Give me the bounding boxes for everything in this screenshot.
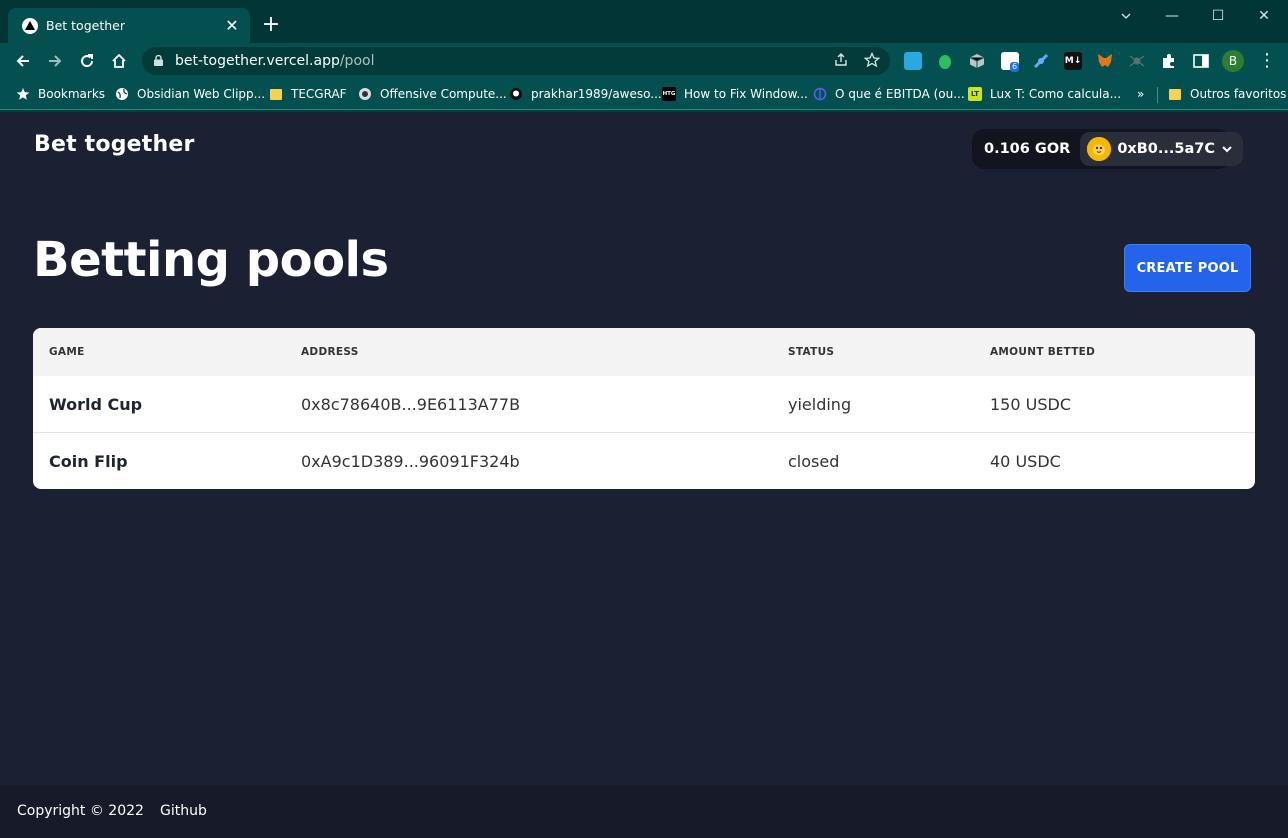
url-host: bet-together.vercel.app (175, 53, 340, 69)
close-tab-icon[interactable]: ✕ (224, 17, 240, 34)
site-icon (813, 87, 827, 101)
bookmark-item-bookmarks[interactable]: Bookmarks (16, 86, 105, 102)
table-header: GAME ADDRESS STATUS AMOUNT BETTED (33, 328, 1255, 376)
evernote-icon[interactable] (936, 52, 954, 70)
cell-address: 0xA9c1D389...96091F324b (301, 452, 520, 471)
extension-badge: 6 (1010, 62, 1020, 72)
github-link[interactable]: Github (160, 803, 207, 819)
new-tab-button[interactable]: + (260, 14, 282, 36)
page-title: Betting pools (33, 232, 389, 288)
browser-chrome: Bet together ✕ + — ☐ ✕ bet-together.verc… (0, 0, 1288, 112)
markdown-extension-icon[interactable]: M↓ (1064, 52, 1082, 70)
url-text: bet-together.vercel.app/pool (175, 53, 374, 69)
account-button[interactable]: 0xB0...5a7C (1080, 132, 1244, 166)
tab-title: Bet together (46, 18, 125, 33)
cell-amount: 150 USDC (990, 395, 1071, 414)
folder-icon (1169, 89, 1181, 100)
bookmark-label: O que é EBITDA (ou... (835, 87, 965, 101)
url-path: /pool (339, 53, 375, 69)
bookmarks-overflow-button[interactable]: » (1137, 86, 1144, 102)
column-header-address: ADDRESS (301, 346, 359, 358)
bookmark-item-other[interactable]: Outros favoritos (1168, 86, 1286, 102)
bookmarks-bar: Bookmarks Obsidian Web Clipp... TECGRAF … (0, 79, 1288, 110)
bookmark-item-lux[interactable]: LT Lux T: Como calcula... (968, 86, 1121, 102)
github-icon (510, 88, 522, 100)
bookmarks-divider (1157, 87, 1158, 103)
bookmark-label: Bookmarks (38, 87, 106, 101)
puzzle-extensions-icon[interactable] (1160, 52, 1178, 70)
back-icon[interactable] (13, 51, 33, 71)
home-icon[interactable] (109, 51, 129, 71)
chevron-down-icon (1222, 146, 1232, 153)
cell-game: Coin Flip (49, 452, 128, 471)
side-panel-icon[interactable] (1192, 52, 1210, 70)
cell-status: closed (788, 452, 840, 471)
bookmark-label: TECGRAF (291, 87, 347, 101)
column-header-game: GAME (49, 346, 85, 358)
cell-amount: 40 USDC (990, 452, 1061, 471)
bookmark-label: How to Fix Window... (684, 87, 808, 101)
column-header-status: STATUS (788, 346, 835, 358)
bookmark-item-prakhar[interactable]: prakhar1989/aweso... (509, 86, 662, 102)
tab-bet-together[interactable]: Bet together ✕ (8, 8, 250, 43)
tab-strip: Bet together ✕ + — ☐ ✕ (0, 0, 1288, 43)
address-bar[interactable]: bet-together.vercel.app/pool (142, 47, 890, 75)
badge-extension-icon[interactable]: 6 (1001, 52, 1020, 72)
bookmark-label: Obsidian Web Clipp... (137, 87, 266, 101)
window-close-button[interactable]: ✕ (1249, 6, 1279, 26)
star-icon (16, 88, 30, 100)
reload-icon[interactable] (77, 51, 97, 71)
wallet-balance[interactable]: 0.106 GOR (984, 141, 1070, 157)
more-menu-icon[interactable]: ⋮ (1258, 50, 1276, 72)
spider-extension-icon[interactable] (1128, 52, 1146, 70)
globe-icon (116, 88, 128, 100)
cell-address: 0x8c78640B...9E6113A77B (301, 395, 521, 414)
minimize-icon[interactable] (1111, 6, 1141, 26)
column-header-amount: AMOUNT BETTED (990, 346, 1096, 358)
create-pool-button[interactable]: CREATE POOL (1124, 244, 1251, 292)
cell-game: World Cup (49, 395, 143, 414)
bookmark-label: Outros favoritos (1190, 87, 1287, 101)
bookmark-star-icon[interactable] (863, 51, 881, 70)
folder-icon (270, 89, 282, 100)
pools-table: GAME ADDRESS STATUS AMOUNT BETTED World … (33, 328, 1255, 489)
bookmark-item-tecgraf[interactable]: TECGRAF (269, 86, 347, 102)
window-minimize-button[interactable]: — (1157, 6, 1187, 26)
vercel-icon (22, 17, 38, 34)
satellite-extension-icon[interactable] (1032, 52, 1050, 70)
browser-toolbar: bet-together.vercel.app/pool 6 M↓ B ⋮ (0, 43, 1288, 79)
htg-icon: HTG (662, 87, 676, 101)
bookmark-label: prakhar1989/aweso... (531, 87, 662, 101)
window-maximize-button[interactable]: ☐ (1203, 6, 1233, 26)
lt-icon: LT (968, 87, 982, 101)
brand-logo[interactable]: Bet together (34, 132, 195, 157)
site-icon (359, 88, 371, 100)
table-row[interactable]: World Cup 0x8c78640B...9E6113A77B yieldi… (33, 376, 1255, 433)
wallet-connect: 0.106 GOR 0xB0...5a7C (972, 129, 1244, 169)
bookmark-item-obsidian[interactable]: Obsidian Web Clipp... (115, 86, 265, 102)
forward-icon[interactable] (45, 51, 65, 71)
profile-avatar[interactable]: B (1222, 50, 1244, 72)
bookmark-item-htg[interactable]: HTG How to Fix Window... (662, 86, 808, 102)
share-icon[interactable] (832, 52, 850, 70)
cube-extension-icon[interactable] (968, 52, 986, 70)
account-avatar-icon (1087, 137, 1112, 161)
cell-status: yielding (788, 395, 852, 414)
account-address: 0xB0...5a7C (1117, 141, 1216, 157)
footer: Copyright © 2022 Github (0, 785, 1288, 838)
bookmark-label: Offensive Compute... (380, 87, 507, 101)
table-row[interactable]: Coin Flip 0xA9c1D389...96091F324b closed… (33, 433, 1255, 489)
bookmark-item-ebitda[interactable]: O que é EBITDA (ou... (813, 86, 965, 102)
copyright-text: Copyright © 2022 (17, 803, 144, 819)
metamask-fox-icon[interactable] (1096, 52, 1114, 70)
extension-trello-icon[interactable] (904, 52, 922, 70)
app-page: Bet together 0.106 GOR 0xB0...5a7C Betti… (0, 112, 1288, 838)
lock-icon (154, 55, 163, 66)
bookmark-label: Lux T: Como calcula... (990, 87, 1122, 101)
bookmark-item-offensive[interactable]: Offensive Compute... (358, 86, 507, 102)
